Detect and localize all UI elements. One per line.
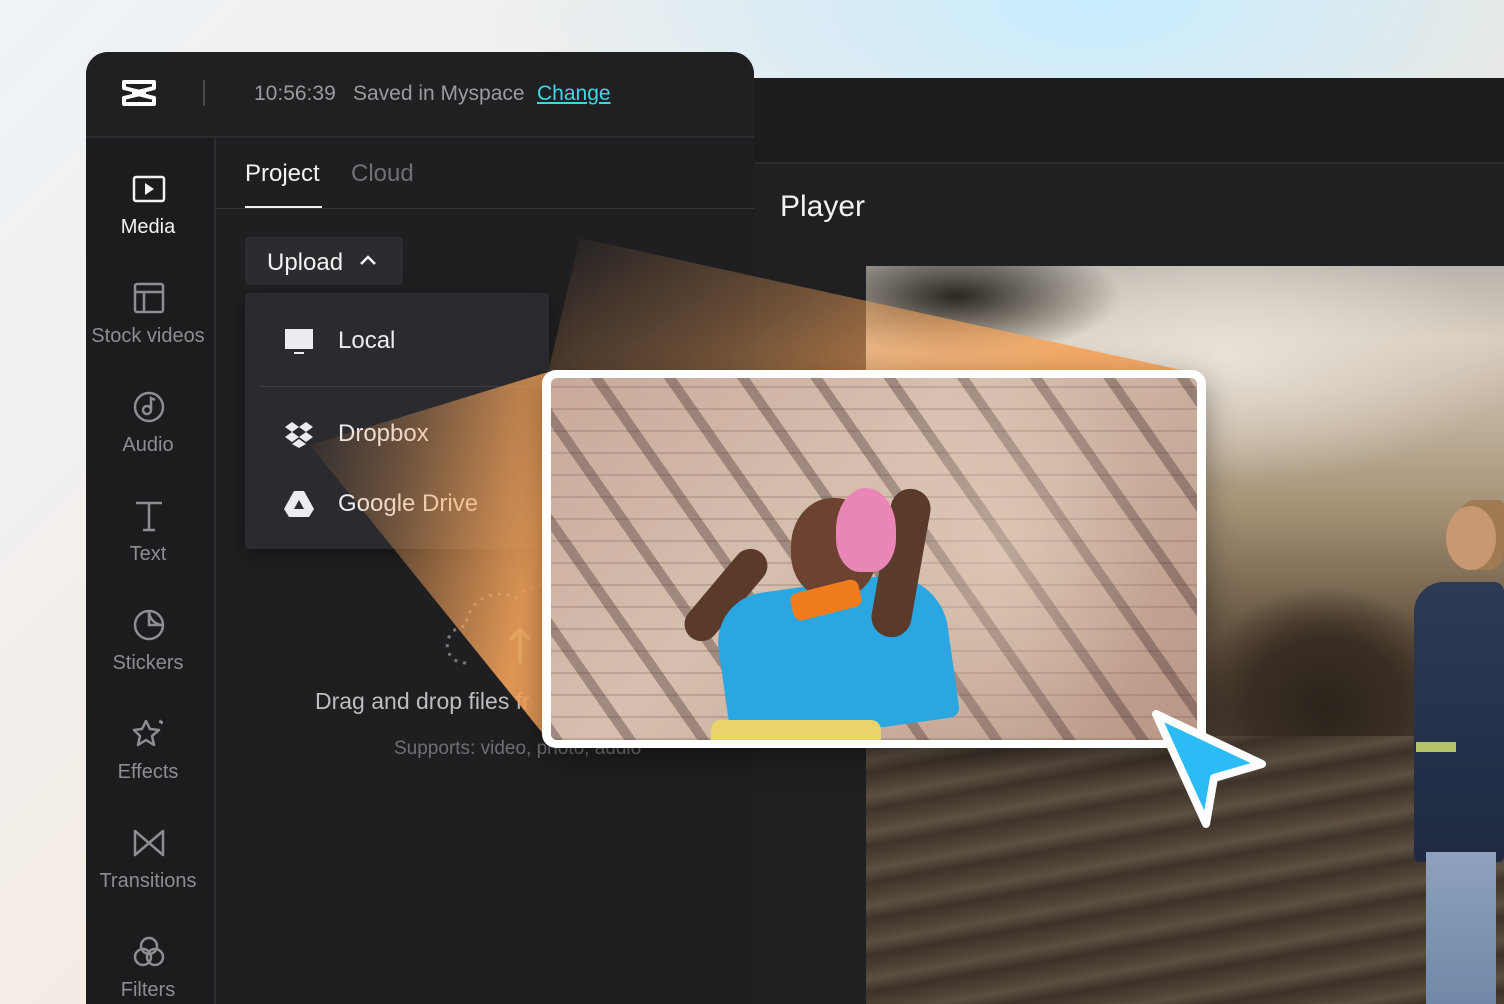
sidebar-label-transitions: Transitions [99,870,197,892]
upload-menu: Local Dropbox Google Drive [245,293,549,549]
effects-icon [132,719,163,747]
drop-zone-title: Drag and drop files fr [315,688,530,714]
tab-cloud[interactable]: Cloud [351,160,414,188]
tab-project[interactable]: Project [245,160,320,188]
sidebar-label-stickers: Stickers [112,652,184,674]
video-grass [866,266,1166,386]
change-location-link[interactable]: Change [537,82,611,106]
audio-icon [133,391,165,423]
sidebar-label-text: Text [129,543,167,565]
sidebar-item-text[interactable]: Text [86,499,214,599]
upload-menu-label-dropbox: Dropbox [338,420,429,447]
upload-menu-item-local[interactable]: Local [245,311,549,371]
topbar-divider [203,80,205,106]
chevron-up-icon [360,255,376,265]
upload-menu-item-google-drive[interactable]: Google Drive [245,474,549,534]
upload-menu-label-local: Local [338,327,396,354]
sidebar-label-media: Media [120,216,176,238]
sidebar-item-effects[interactable]: Effects [86,717,214,817]
active-tab-indicator [245,206,322,208]
dragged-photo [551,378,1197,740]
filters-icon [133,936,165,967]
media-icon [132,175,166,203]
upload-menu-item-dropbox[interactable]: Dropbox [245,404,549,464]
sidebar-item-stock-videos[interactable]: Stock videos [86,281,214,381]
sidebar-item-stickers[interactable]: Stickers [86,608,214,708]
sidebar-item-filters[interactable]: Filters [86,935,214,1004]
save-location: Saved in Myspace [353,82,525,105]
upload-button-label: Upload [267,249,344,276]
editor-topbar: 10:56:39 Saved in Myspace Change [86,52,754,138]
sidebar-item-audio[interactable]: Audio [86,390,214,490]
upload-menu-label-google-drive: Google Drive [338,490,479,517]
sidebar-item-transitions[interactable]: Transitions [86,826,214,926]
pointer-cursor-icon [1152,710,1266,828]
capcut-logo-icon[interactable] [120,76,158,110]
dropbox-icon [285,422,313,448]
player-topbar [754,78,1504,164]
sidebar-item-media[interactable]: Media [86,172,214,272]
stock-videos-icon [133,282,165,314]
google-drive-icon [284,491,314,517]
sidebar-label-filters: Filters [120,979,176,1001]
sidebar-label-effects: Effects [117,761,179,783]
menu-separator [260,386,534,387]
upload-button[interactable]: Upload [245,237,403,285]
video-person [1406,500,1504,1004]
player-title: Player [780,190,866,223]
monitor-icon [285,329,313,354]
save-time: 10:56:39 [254,82,336,105]
sidebar: Media Stock videos Audio Text Stickers E… [86,138,216,1004]
stickers-icon [133,609,165,641]
text-icon [136,501,162,532]
sidebar-label-stock-videos: Stock videos [91,325,205,347]
media-tabs: Project Cloud [216,138,754,209]
sidebar-label-audio: Audio [122,434,174,456]
dragged-photo-card[interactable] [542,370,1206,748]
transitions-icon [133,829,165,857]
